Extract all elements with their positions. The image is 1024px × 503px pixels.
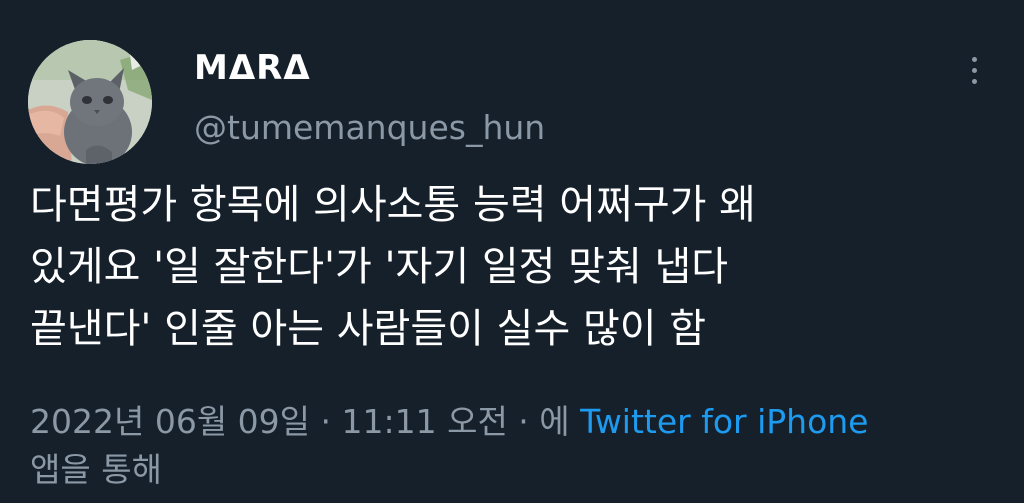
source-link[interactable]: Twitter for iPhone [580, 402, 868, 441]
user-handle[interactable]: @tumemanques_hun [194, 106, 545, 150]
metadata-row: 2022년 06월 09일 · 11:11 오전 · 에 Twitter for… [30, 398, 990, 446]
more-options-button[interactable] [956, 50, 992, 90]
tweet-text-line: 다면평가 항목에 의사소통 능력 어쩌구가 왜 [30, 182, 756, 228]
via-label: 앱을 통해 [30, 450, 162, 489]
more-vertical-icon [971, 56, 977, 62]
tweet-text: 다면평가 항목에 의사소통 능력 어쩌구가 왜 있게요 '일 잘한다'가 '자기… [30, 174, 1000, 360]
display-name[interactable]: MΔRΔ [194, 46, 311, 90]
more-vertical-icon-dot [971, 78, 977, 84]
tweet-text-line: 있게요 '일 잘한다'가 '자기 일정 맞춰 냅다 [30, 244, 729, 290]
tweet-metadata: 2022년 06월 09일 · 11:11 오전 · 에 Twitter for… [30, 398, 990, 494]
tweet-timestamp[interactable]: 2022년 06월 09일 · 11:11 오전 · 에 [30, 402, 580, 441]
avatar[interactable] [28, 40, 152, 164]
more-vertical-icon-dot [971, 67, 977, 73]
kitten-avatar-icon [28, 40, 152, 164]
tweet-text-line: 끝낸다' 인줄 아는 사람들이 실수 많이 함 [30, 306, 707, 352]
tweet: MΔRΔ @tumemanques_hun 다면평가 항목에 의사소통 능력 어… [0, 0, 1024, 503]
